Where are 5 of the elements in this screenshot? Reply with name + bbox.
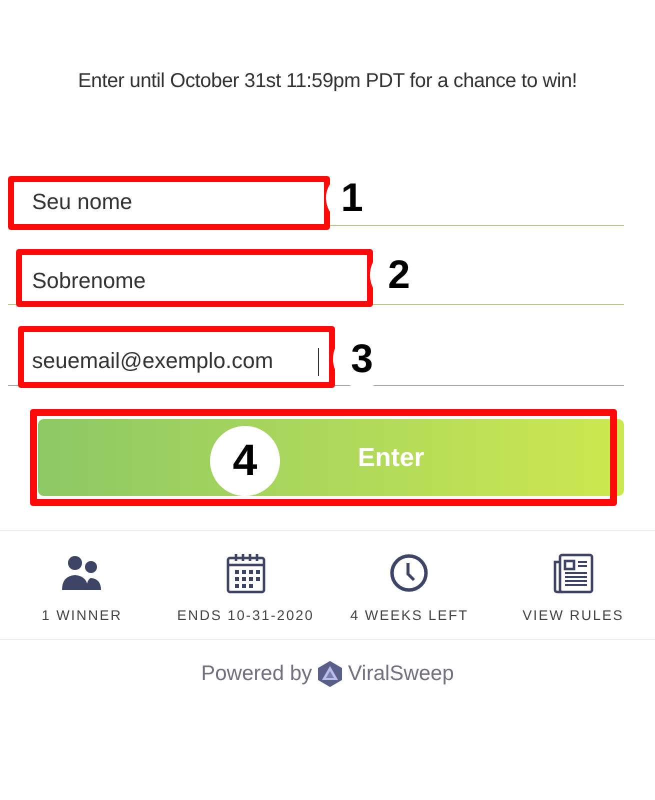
headline: Enter until October 31st 11:59pm PDT for a chance to win! (76, 69, 578, 94)
stat-label: 1 WINNER (42, 606, 122, 625)
stat-label: ENDS 10-31-2020 (177, 606, 314, 625)
stat-label: 4 WEEKS LEFT (350, 606, 469, 625)
powered-by-text: Powered by (201, 661, 312, 687)
